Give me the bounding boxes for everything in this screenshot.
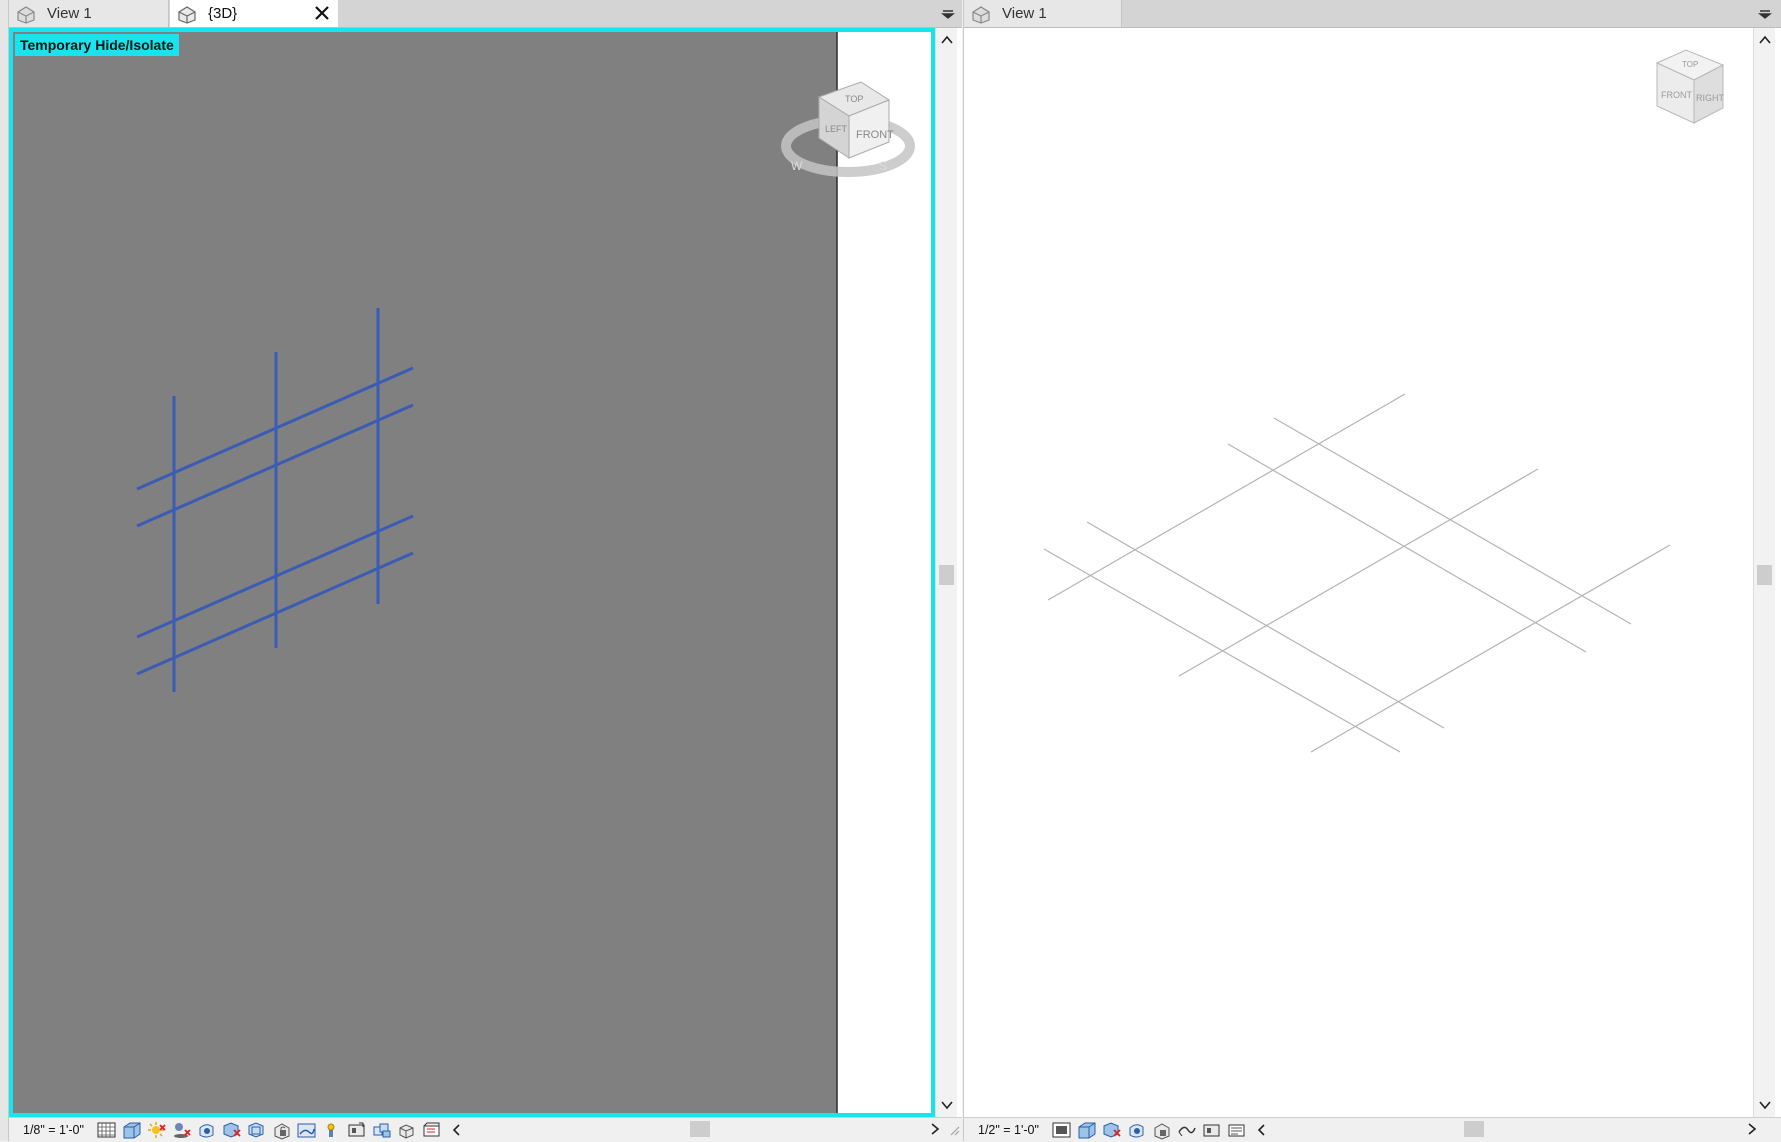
left-vertical-scrollbar[interactable] <box>935 28 957 1117</box>
grid-line <box>1178 468 1539 677</box>
viewcube-top-label: TOP <box>1682 60 1698 69</box>
left-horizontal-scrollbar[interactable] <box>469 1118 951 1140</box>
reveal-hidden-icon[interactable] <box>321 1120 343 1140</box>
viewcube-right-label: RIGHT <box>1696 93 1725 103</box>
grid-line <box>1227 443 1587 653</box>
crop-view-icon[interactable] <box>221 1120 243 1140</box>
detail-level-icon[interactable] <box>1051 1120 1073 1140</box>
right-view-pane: View 1 TOP FRONT RIGHT 1/2" = 1'-0" <box>963 0 1781 1142</box>
temporary-hide-isolate-banner: Temporary Hide/Isolate <box>15 34 179 56</box>
grid-line <box>1310 544 1671 753</box>
right-vertical-scrollbar[interactable] <box>1753 28 1775 1117</box>
detail-level-icon[interactable] <box>96 1120 118 1140</box>
grid-lines-gray <box>1043 393 1671 753</box>
viewcube-front-label: FRONT <box>856 129 894 141</box>
grid-line <box>1047 393 1406 601</box>
tab-view-1[interactable]: View 1 <box>9 0 169 27</box>
sun-path-icon[interactable] <box>1101 1120 1123 1140</box>
left-tab-bar: View 1 {3D} <box>9 0 962 28</box>
visual-style-icon[interactable] <box>1076 1120 1098 1140</box>
compass-s-label: S <box>879 159 887 173</box>
right-tab-bar: View 1 <box>964 0 1781 28</box>
scroll-left-arrow-icon[interactable] <box>446 1120 468 1140</box>
tab-label: {3D} <box>208 5 238 22</box>
worksharing-icon[interactable] <box>371 1120 393 1140</box>
scroll-thumb[interactable] <box>939 565 954 585</box>
sun-path-icon[interactable] <box>146 1120 168 1140</box>
tab-menu-dropdown-icon[interactable] <box>1755 0 1775 27</box>
house-3d-icon <box>178 5 196 24</box>
tab-view-1[interactable]: View 1 <box>964 0 1122 27</box>
viewcube[interactable]: TOP FRONT RIGHT <box>1655 49 1725 124</box>
analytical-model-icon[interactable] <box>421 1120 443 1140</box>
reveal-hidden-icon[interactable] <box>1201 1120 1223 1140</box>
house-3d-icon <box>17 5 35 24</box>
scroll-up-arrow-icon[interactable] <box>939 32 955 48</box>
scroll-up-arrow-icon[interactable] <box>1757 32 1773 48</box>
scroll-thumb[interactable] <box>1757 565 1772 585</box>
viewcube-left-label: LEFT <box>825 124 848 134</box>
isolate-gray-overlay <box>13 32 837 1113</box>
show-crop-region-icon[interactable] <box>246 1120 268 1140</box>
left-3d-viewport[interactable]: W S TOP LEFT FRONT Temporary Hide/Isolat… <box>9 28 935 1117</box>
view-scale[interactable]: 1/8" = 1'-0" <box>23 1123 84 1137</box>
left-view-canvas[interactable]: W S TOP LEFT FRONT <box>13 32 931 1113</box>
unlock-3d-view-icon[interactable] <box>271 1120 293 1140</box>
grid-line <box>1086 521 1445 729</box>
right-3d-viewport[interactable]: TOP FRONT RIGHT <box>964 28 1753 1117</box>
app-left-edge <box>0 0 9 1141</box>
tab-label: View 1 <box>47 5 92 22</box>
scroll-down-arrow-icon[interactable] <box>939 1097 955 1113</box>
visual-style-icon[interactable] <box>121 1120 143 1140</box>
right-horizontal-scrollbar[interactable] <box>1244 1118 1767 1140</box>
temporary-properties-icon[interactable] <box>346 1120 368 1140</box>
design-options-icon[interactable] <box>396 1120 418 1140</box>
left-view-pane: View 1 {3D} W S TOP LEFT FRONT Temporary… <box>9 0 962 1142</box>
shadows-icon[interactable] <box>1126 1120 1148 1140</box>
tab-menu-dropdown-icon[interactable] <box>938 0 958 27</box>
view-scale[interactable]: 1/2" = 1'-0" <box>978 1123 1039 1137</box>
temporary-hide-isolate-icon[interactable] <box>296 1120 318 1140</box>
crop-view-icon[interactable] <box>1151 1120 1173 1140</box>
resize-grip-icon[interactable] <box>948 1124 960 1136</box>
scroll-right-arrow-icon[interactable] <box>1744 1121 1760 1137</box>
scroll-right-arrow-icon[interactable] <box>927 1121 943 1137</box>
viewcube-front-label: FRONT <box>1661 90 1692 100</box>
rendering-icon[interactable] <box>196 1120 218 1140</box>
house-3d-icon <box>972 5 990 24</box>
tab-label: View 1 <box>1002 5 1047 22</box>
scroll-down-arrow-icon[interactable] <box>1757 1097 1773 1113</box>
tab-3d[interactable]: {3D} <box>170 0 338 27</box>
scroll-thumb[interactable] <box>1464 1121 1484 1137</box>
shadows-icon[interactable] <box>171 1120 193 1140</box>
viewcube-top-label: TOP <box>845 94 863 104</box>
right-view-canvas[interactable]: TOP FRONT RIGHT <box>964 28 1753 1117</box>
grid-line <box>1273 417 1632 625</box>
compass-w-label: W <box>791 159 803 173</box>
scroll-thumb[interactable] <box>690 1121 710 1137</box>
close-icon[interactable] <box>312 3 332 23</box>
rendering-icon[interactable] <box>1176 1120 1198 1140</box>
